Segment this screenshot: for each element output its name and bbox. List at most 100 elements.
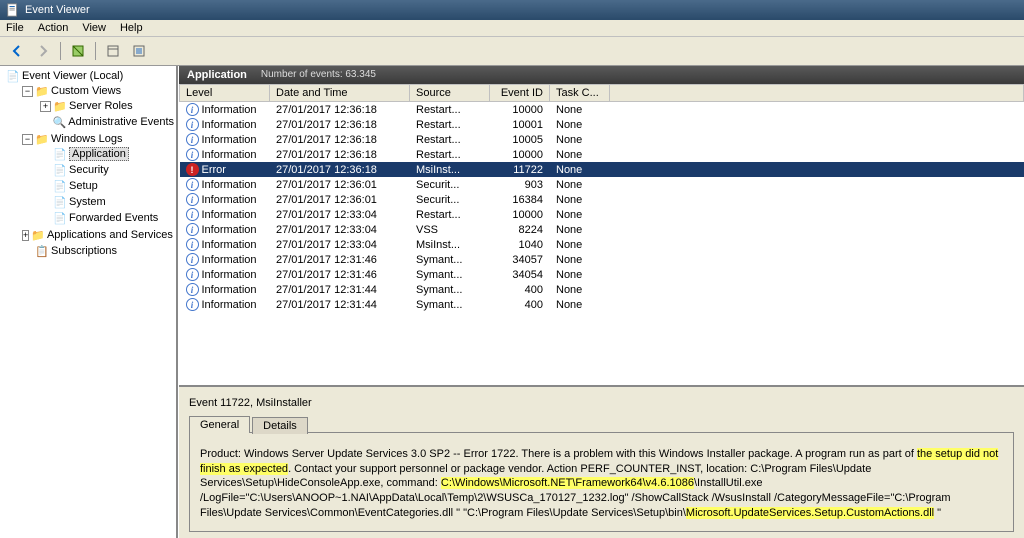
date-cell: 27/01/2017 12:36:01 <box>270 192 410 207</box>
help-button[interactable] <box>128 40 150 62</box>
date-cell: 27/01/2017 12:36:18 <box>270 102 410 118</box>
date-cell: 27/01/2017 12:33:04 <box>270 237 410 252</box>
info-icon: i <box>186 148 199 161</box>
level-text: Information <box>202 224 257 236</box>
task-cell: None <box>550 252 610 267</box>
log-icon: 📄 <box>53 179 67 193</box>
tree-custom-views[interactable]: −📁Custom Views <box>22 84 174 98</box>
tree-system[interactable]: 📄System <box>40 195 174 209</box>
log-icon: 📄 <box>53 163 67 177</box>
eventid-cell: 400 <box>490 282 550 297</box>
error-icon: ! <box>186 163 199 176</box>
table-row[interactable]: iInformation27/01/2017 12:36:18Restart..… <box>180 117 1024 132</box>
detail-message: Product: Windows Server Update Services … <box>189 432 1014 532</box>
table-row[interactable]: iInformation27/01/2017 12:33:04MsiInst..… <box>180 237 1024 252</box>
info-icon: i <box>186 193 199 206</box>
table-row[interactable]: iInformation27/01/2017 12:36:18Restart..… <box>180 132 1024 147</box>
highlight: C:\Windows\Microsoft.NET\Framework64\v4.… <box>441 477 694 489</box>
panel-header: Application Number of events: 63.345 <box>179 66 1024 84</box>
eventid-cell: 8224 <box>490 222 550 237</box>
tree-application[interactable]: 📄Application <box>40 147 174 161</box>
level-text: Information <box>202 209 257 221</box>
level-text: Error <box>202 164 226 176</box>
folder-icon: 📁 <box>35 84 49 98</box>
col-event-id[interactable]: Event ID <box>490 85 550 102</box>
toolbar-separator <box>95 42 96 60</box>
folder-icon: 📁 <box>31 228 45 242</box>
window-title: Event Viewer <box>25 4 90 16</box>
toolbar-separator <box>60 42 61 60</box>
back-button[interactable] <box>6 40 28 62</box>
table-row[interactable]: iInformation27/01/2017 12:33:04VSS8224No… <box>180 222 1024 237</box>
tab-general[interactable]: General <box>189 416 250 433</box>
col-level[interactable]: Level <box>180 85 270 102</box>
tree-forwarded[interactable]: 📄Forwarded Events <box>40 211 174 225</box>
info-icon: i <box>186 238 199 251</box>
source-cell: Restart... <box>410 147 490 162</box>
collapse-icon[interactable]: − <box>22 86 33 97</box>
task-cell: None <box>550 237 610 252</box>
tab-details[interactable]: Details <box>252 417 308 434</box>
tree-security[interactable]: 📄Security <box>40 163 174 177</box>
source-cell: Restart... <box>410 102 490 118</box>
tree-apps-services[interactable]: +📁Applications and Services Logs <box>22 228 174 242</box>
eventid-cell: 400 <box>490 297 550 312</box>
tree-server-roles[interactable]: +📁Server Roles <box>40 99 174 113</box>
tree-subscriptions[interactable]: 📋Subscriptions <box>22 244 174 258</box>
task-cell: None <box>550 297 610 312</box>
show-hide-button[interactable] <box>67 40 89 62</box>
level-text: Information <box>202 239 257 251</box>
eventid-cell: 10000 <box>490 102 550 118</box>
level-text: Information <box>202 179 257 191</box>
eventid-cell: 10001 <box>490 117 550 132</box>
table-row[interactable]: iInformation27/01/2017 12:33:04Restart..… <box>180 207 1024 222</box>
subscription-icon: 📋 <box>35 244 49 258</box>
date-cell: 27/01/2017 12:33:04 <box>270 222 410 237</box>
eventid-cell: 10000 <box>490 147 550 162</box>
col-source[interactable]: Source <box>410 85 490 102</box>
menu-help[interactable]: Help <box>120 22 143 34</box>
menu-file[interactable]: File <box>6 22 24 34</box>
table-row[interactable]: iInformation27/01/2017 12:36:18Restart..… <box>180 102 1024 118</box>
source-cell: Restart... <box>410 207 490 222</box>
task-cell: None <box>550 162 610 177</box>
menu-action[interactable]: Action <box>38 22 69 34</box>
date-cell: 27/01/2017 12:31:44 <box>270 282 410 297</box>
table-row[interactable]: iInformation27/01/2017 12:31:46Symant...… <box>180 267 1024 282</box>
task-cell: None <box>550 102 610 118</box>
app-icon <box>6 3 20 17</box>
eventid-cell: 16384 <box>490 192 550 207</box>
tree-root[interactable]: 📄Event Viewer (Local) <box>6 69 174 83</box>
tree-setup[interactable]: 📄Setup <box>40 179 174 193</box>
tree-windows-logs[interactable]: −📁Windows Logs <box>22 132 174 146</box>
menu-view[interactable]: View <box>82 22 106 34</box>
source-cell: Symant... <box>410 282 490 297</box>
task-cell: None <box>550 282 610 297</box>
collapse-icon[interactable]: − <box>22 134 33 145</box>
table-row[interactable]: iInformation27/01/2017 12:36:01Securit..… <box>180 177 1024 192</box>
col-task[interactable]: Task C... <box>550 85 610 102</box>
col-date[interactable]: Date and Time <box>270 85 410 102</box>
properties-button[interactable] <box>102 40 124 62</box>
table-row[interactable]: iInformation27/01/2017 12:31:44Symant...… <box>180 297 1024 312</box>
expand-icon[interactable]: + <box>22 230 29 241</box>
table-row[interactable]: iInformation27/01/2017 12:36:01Securit..… <box>180 192 1024 207</box>
table-row[interactable]: iInformation27/01/2017 12:31:46Symant...… <box>180 252 1024 267</box>
tree-admin-events[interactable]: 🔍Administrative Events <box>40 115 174 129</box>
level-text: Information <box>202 254 257 266</box>
table-row[interactable]: iInformation27/01/2017 12:36:18Restart..… <box>180 147 1024 162</box>
task-cell: None <box>550 222 610 237</box>
info-icon: i <box>186 178 199 191</box>
source-cell: Restart... <box>410 132 490 147</box>
forward-button[interactable] <box>32 40 54 62</box>
menu-bar: File Action View Help <box>0 20 1024 37</box>
expand-icon[interactable]: + <box>40 101 51 112</box>
log-icon: 📄 <box>53 147 67 161</box>
table-row[interactable]: iInformation27/01/2017 12:31:44Symant...… <box>180 282 1024 297</box>
eventid-cell: 11722 <box>490 162 550 177</box>
info-icon: i <box>186 283 199 296</box>
title-bar: Event Viewer <box>0 0 1024 20</box>
info-icon: i <box>186 268 199 281</box>
filter-icon: 🔍 <box>53 115 67 129</box>
table-row[interactable]: !Error27/01/2017 12:36:18MsiInst...11722… <box>180 162 1024 177</box>
